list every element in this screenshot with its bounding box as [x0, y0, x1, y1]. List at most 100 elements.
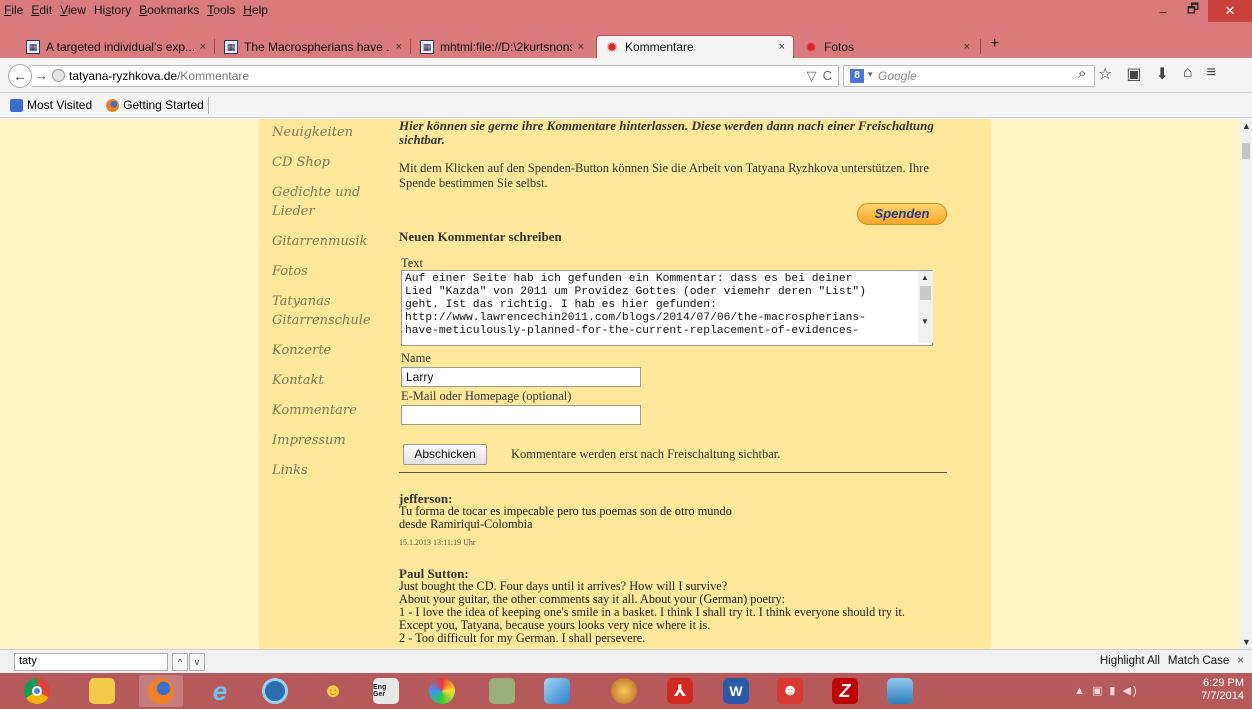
- back-button[interactable]: ←: [8, 64, 32, 88]
- dictionary-icon[interactable]: Eng Ger: [364, 675, 408, 707]
- system-tray[interactable]: ▲ ▣ ▮ ◀): [1074, 684, 1139, 697]
- file-explorer-icon[interactable]: [80, 675, 124, 707]
- menu-item-view[interactable]: View: [60, 3, 86, 17]
- search-icon[interactable]: ⌕: [1078, 65, 1086, 82]
- people-icon[interactable]: ☻: [311, 675, 355, 707]
- filezilla-icon[interactable]: Z: [823, 675, 867, 707]
- menu-item-edit[interactable]: Edit: [31, 3, 52, 17]
- tab-close-icon[interactable]: ×: [200, 41, 206, 53]
- new-tab-button[interactable]: +: [990, 35, 999, 53]
- write-comment-heading: Neuen Kommentar schreiben: [399, 229, 562, 244]
- menu-item-history[interactable]: History: [94, 3, 131, 17]
- scroll-thumb[interactable]: [920, 286, 931, 300]
- presenter-icon[interactable]: ☻: [768, 675, 812, 707]
- search-engine-dropdown-icon[interactable]: ▾: [868, 69, 873, 80]
- scroll-down-icon[interactable]: ▼: [1242, 637, 1251, 647]
- maximize-button[interactable]: 🗗: [1178, 0, 1208, 22]
- paint-icon[interactable]: [420, 675, 464, 707]
- tab-close-icon[interactable]: ×: [779, 41, 785, 53]
- nav-link-kontakt[interactable]: Kontakt: [272, 371, 372, 390]
- nav-link-links[interactable]: Links: [272, 461, 372, 480]
- nav-link-cd-shop[interactable]: CD Shop: [272, 153, 372, 172]
- globe-icon[interactable]: [52, 69, 65, 82]
- search-placeholder[interactable]: Google: [878, 69, 917, 83]
- textarea-scrollbar[interactable]: ▲ ▼: [918, 271, 933, 343]
- close-find-bar-icon[interactable]: ×: [1237, 655, 1244, 667]
- menu-item-file[interactable]: File: [4, 3, 23, 17]
- nav-link-fotos[interactable]: Fotos: [272, 262, 372, 281]
- firefox-icon[interactable]: [139, 675, 183, 707]
- globe-icon[interactable]: [602, 675, 646, 707]
- bookmark-most-visited[interactable]: Most Visited: [10, 98, 92, 112]
- menu-bar: File Edit View History Bookmarks Tools Help – …: [0, 0, 1252, 30]
- find-next-button[interactable]: v: [189, 653, 205, 671]
- tab-targeted-individual[interactable]: ▦ A targeted individual's exp... ×: [18, 35, 214, 58]
- url-dropdown-icon[interactable]: ▽: [807, 68, 817, 84]
- menu-item-bookmarks[interactable]: Bookmarks: [139, 3, 199, 17]
- tab-label: A targeted individual's exp...: [46, 39, 194, 54]
- submit-button[interactable]: Abschicken: [403, 444, 487, 465]
- tab-kommentare[interactable]: ✹ Kommentare ×: [596, 35, 794, 58]
- nav-link-gitarrenmusik[interactable]: Gitarrenmusik: [272, 232, 372, 251]
- forward-button[interactable]: →: [35, 68, 48, 83]
- minimize-button[interactable]: –: [1148, 0, 1178, 22]
- find-previous-button[interactable]: ^: [172, 653, 188, 671]
- name-field[interactable]: Larry: [401, 367, 641, 387]
- close-window-button[interactable]: ✕: [1208, 0, 1252, 22]
- nav-link-gitarrenschule[interactable]: Tatyanas Gitarrenschule: [272, 292, 372, 330]
- find-input[interactable]: taty: [14, 653, 168, 671]
- bookmarks-menu-icon[interactable]: ▣: [1126, 64, 1141, 84]
- clock[interactable]: 6:29 PM 7/7/2014: [1201, 677, 1244, 703]
- nav-link-neuigkeiten[interactable]: Neuigkeiten: [272, 123, 372, 142]
- reload-icon[interactable]: C: [823, 68, 832, 84]
- word-icon[interactable]: W: [714, 675, 758, 707]
- comment-line: desde Ramiriqui-Colombia: [399, 517, 533, 531]
- email-field[interactable]: [401, 405, 641, 425]
- home-icon[interactable]: ⌂: [1183, 64, 1193, 84]
- bookmark-star-icon[interactable]: ☆: [1098, 64, 1112, 84]
- text-label: Text: [401, 256, 424, 270]
- donate-button[interactable]: Spenden: [857, 203, 947, 225]
- tab-close-icon[interactable]: ×: [964, 41, 970, 53]
- highlight-all-toggle[interactable]: Highlight All: [1100, 655, 1160, 667]
- notes-icon[interactable]: [535, 675, 579, 707]
- tab-mhtml-file[interactable]: ▦ mhtml:file://D:\2kurtsnons... ×: [412, 35, 592, 58]
- bookmark-label: Getting Started: [123, 98, 204, 112]
- scroll-down-icon[interactable]: ▼: [921, 317, 929, 326]
- gear-favicon-icon: ✹: [606, 39, 618, 55]
- url-bar[interactable]: → tatyana-ryzhkova.de/Kommentare ▽ C: [32, 65, 839, 87]
- grid-page-icon: ▦: [26, 39, 40, 54]
- chrome-icon[interactable]: [15, 675, 59, 707]
- search-engine-icon[interactable]: 8: [850, 69, 864, 83]
- search-bar[interactable]: 8 ▾ Google: [843, 65, 1095, 87]
- nav-link-impressum[interactable]: Impressum: [272, 431, 372, 450]
- downloads-icon[interactable]: ⬇: [1155, 64, 1168, 84]
- tab-close-icon[interactable]: ×: [578, 41, 584, 53]
- taskbar: e ☻ Eng Ger ⅄ W ☻ Z ▲ ▣ ▮ ◀) 6:29 PM 7/7…: [0, 673, 1252, 709]
- internet-explorer-icon[interactable]: e: [198, 675, 242, 707]
- nav-link-gedichte[interactable]: Gedichte und Lieder: [272, 183, 372, 221]
- hamburger-menu-icon[interactable]: ≡: [1207, 64, 1216, 84]
- scroll-up-icon[interactable]: ▲: [1242, 121, 1251, 131]
- scroll-thumb[interactable]: [1242, 143, 1250, 159]
- media-icon[interactable]: [253, 675, 297, 707]
- remote-icon[interactable]: [480, 675, 524, 707]
- match-case-toggle[interactable]: Match Case: [1168, 655, 1229, 667]
- nav-link-konzerte[interactable]: Konzerte: [272, 341, 372, 360]
- menu-item-help[interactable]: Help: [243, 3, 268, 17]
- comment-entry: Paul Sutton: Just bought the CD. Four da…: [399, 567, 959, 645]
- bookmark-label: Most Visited: [27, 98, 93, 112]
- scroll-up-icon[interactable]: ▲: [921, 273, 929, 282]
- photos-icon[interactable]: [878, 675, 922, 707]
- comment-textarea[interactable]: Auf einer Seite hab ich gefunden ein Kom…: [401, 270, 933, 346]
- page-viewport: Neuigkeiten CD Shop Gedichte und Lieder …: [0, 119, 1240, 649]
- tab-macrospherians[interactable]: ▦ The Macrospherians have ... ×: [216, 35, 410, 58]
- tab-fotos[interactable]: ✹ Fotos ×: [796, 35, 978, 58]
- menu-item-tools[interactable]: Tools: [207, 3, 235, 17]
- url-text[interactable]: tatyana-ryzhkova.de/Kommentare: [69, 69, 249, 83]
- acrobat-icon[interactable]: ⅄: [658, 675, 702, 707]
- page-scrollbar[interactable]: ▲ ▼: [1240, 119, 1252, 649]
- tab-close-icon[interactable]: ×: [396, 41, 402, 53]
- nav-link-kommentare[interactable]: Kommentare: [272, 401, 372, 420]
- bookmark-getting-started[interactable]: Getting Started: [106, 98, 204, 112]
